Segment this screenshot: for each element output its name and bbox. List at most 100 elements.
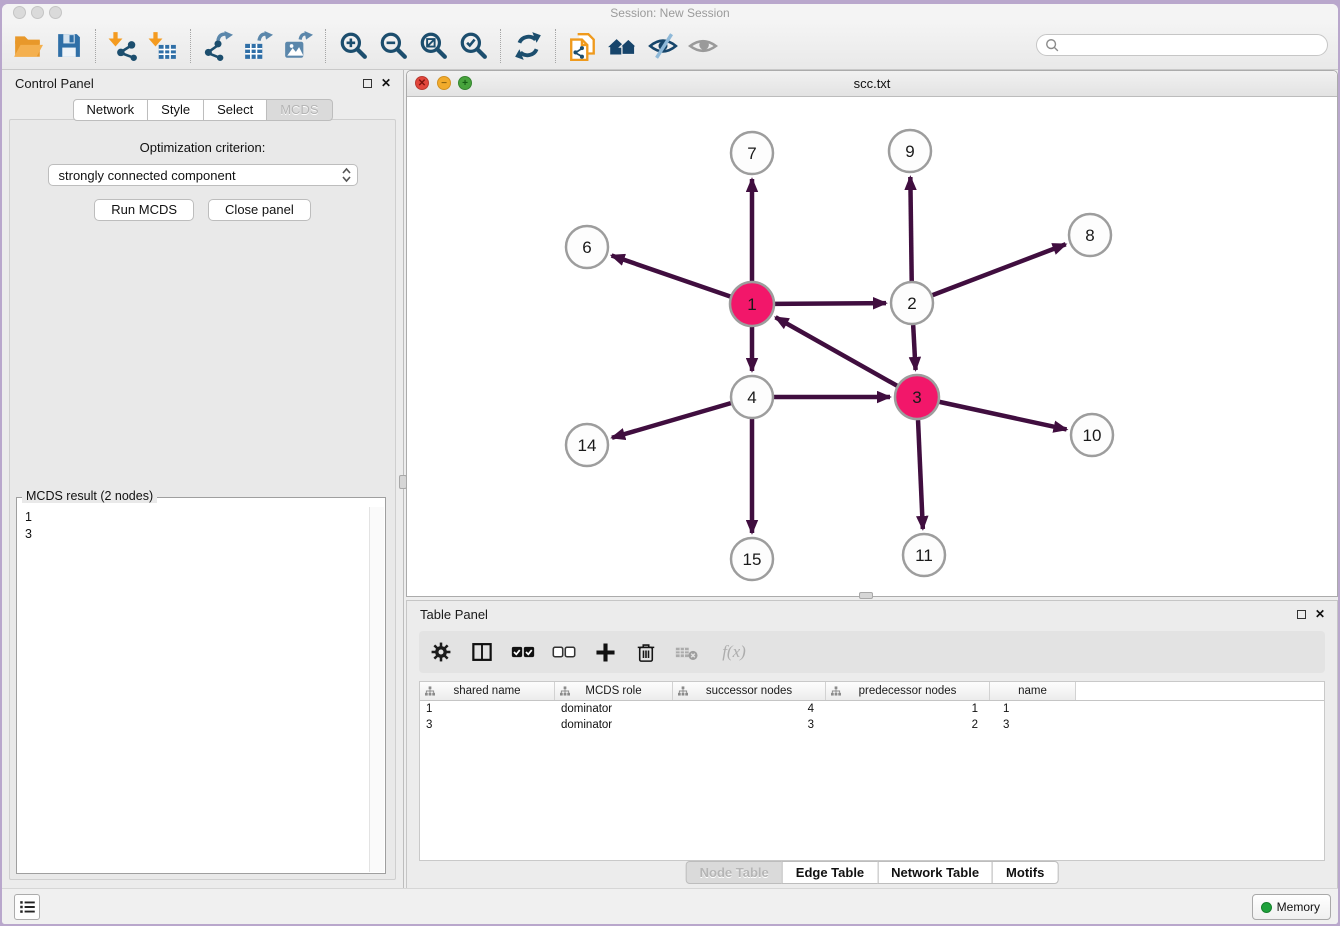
- table-row[interactable]: 3dominator323: [420, 717, 1324, 733]
- column-header-name[interactable]: name: [990, 682, 1076, 700]
- table-options-button[interactable]: [429, 639, 453, 665]
- export-table-button[interactable]: [238, 27, 278, 65]
- control-panel-title: Control Panel: [2, 70, 403, 98]
- zoom-out-button[interactable]: [373, 27, 413, 65]
- refresh-view-button[interactable]: [508, 27, 548, 65]
- tab-network[interactable]: Network: [72, 99, 148, 121]
- toolbar-separator: [95, 29, 96, 63]
- network-canvas[interactable]: 7968124314101511: [408, 97, 1336, 595]
- minimize-view-icon[interactable]: −: [437, 76, 451, 90]
- search-input[interactable]: [1064, 37, 1319, 53]
- task-history-button[interactable]: [14, 894, 40, 920]
- control-panel-tabs: NetworkStyleSelectMCDS: [72, 99, 332, 121]
- close-view-icon[interactable]: ✕: [415, 76, 429, 90]
- import-table-button[interactable]: [143, 27, 183, 65]
- graph-edge-1-2[interactable]: [775, 303, 886, 304]
- graph-edge-1-6[interactable]: [612, 255, 731, 296]
- show-graphics-details-button[interactable]: [683, 27, 723, 65]
- minimize-window-icon[interactable]: [31, 6, 44, 19]
- select-all-button[interactable]: [511, 639, 535, 665]
- eye-icon: [688, 31, 718, 61]
- toolbar-separator: [190, 29, 191, 63]
- close-window-icon[interactable]: [13, 6, 26, 19]
- export-network-button[interactable]: [198, 27, 238, 65]
- tab-network-table[interactable]: Network Table: [877, 861, 993, 884]
- close-table-panel-icon[interactable]: ✕: [1315, 609, 1325, 620]
- export-image-button[interactable]: [278, 27, 318, 65]
- add-row-button[interactable]: [593, 639, 617, 665]
- graph-edge-3-11[interactable]: [918, 420, 923, 529]
- tab-edge-table[interactable]: Edge Table: [782, 861, 878, 884]
- float-panel-icon[interactable]: [363, 79, 372, 88]
- fx-icon: f(x): [722, 642, 746, 662]
- graph-node-label-9: 9: [905, 142, 914, 161]
- toolbar-separator: [555, 29, 556, 63]
- search-box[interactable]: [1036, 34, 1328, 56]
- close-panel-button[interactable]: Close panel: [208, 199, 311, 221]
- show-column-button[interactable]: [470, 639, 494, 665]
- network-window-titlebar: ✕ − + scc.txt: [407, 71, 1337, 97]
- mcds-panel: Optimization criterion: strongly connect…: [9, 119, 396, 880]
- delete-table-icon: [675, 642, 699, 662]
- network-view-title: scc.txt: [854, 76, 891, 91]
- column-header-predecessor-nodes[interactable]: predecessor nodes: [826, 682, 990, 700]
- gear-icon: [430, 641, 452, 663]
- zoom-in-button[interactable]: [333, 27, 373, 65]
- trash-icon: [635, 641, 657, 664]
- zoom-fit-button[interactable]: [413, 27, 453, 65]
- float-table-panel-icon[interactable]: [1297, 610, 1306, 619]
- tab-mcds[interactable]: MCDS: [266, 99, 332, 121]
- deselect-all-button[interactable]: [552, 639, 576, 665]
- graph-edge-3-10[interactable]: [939, 402, 1066, 430]
- table-panel-title: Table Panel: [407, 601, 1337, 629]
- tab-select[interactable]: Select: [203, 99, 267, 121]
- tab-style[interactable]: Style: [147, 99, 204, 121]
- clone-network-button[interactable]: [563, 27, 603, 65]
- vertical-splitter-grip[interactable]: [399, 475, 407, 489]
- graph-edge-4-14[interactable]: [612, 403, 731, 438]
- apply-function-button: f(x): [716, 639, 752, 665]
- close-panel-icon[interactable]: ✕: [381, 78, 391, 89]
- table-row[interactable]: 1dominator411: [420, 701, 1324, 717]
- memory-button[interactable]: Memory: [1252, 894, 1331, 920]
- control-panel-header: Control Panel ✕: [2, 70, 403, 98]
- graph-edge-2-9[interactable]: [910, 177, 911, 281]
- table-cell: 3: [420, 717, 555, 733]
- delete-row-button[interactable]: [634, 639, 658, 665]
- table-cell: 3: [990, 717, 1076, 733]
- table-cell: 3: [673, 717, 826, 733]
- horizontal-splitter-grip[interactable]: [859, 592, 873, 599]
- attribute-icon: [425, 686, 435, 696]
- maximize-view-icon[interactable]: +: [458, 76, 472, 90]
- search-icon: [1045, 38, 1059, 52]
- graph-edge-2-8[interactable]: [933, 244, 1066, 295]
- graph-node-label-2: 2: [907, 294, 916, 313]
- open-session-button[interactable]: [8, 27, 48, 65]
- import-network-button[interactable]: [103, 27, 143, 65]
- tab-node-table[interactable]: Node Table: [686, 861, 783, 884]
- column-header-shared-name[interactable]: shared name: [420, 682, 555, 700]
- run-mcds-button[interactable]: Run MCDS: [94, 199, 194, 221]
- column-header-MCDS-role[interactable]: MCDS role: [555, 682, 673, 700]
- reset-view-button[interactable]: [603, 27, 643, 65]
- mcds-result-line: 1: [25, 509, 363, 526]
- mcds-result-list[interactable]: 13: [19, 507, 369, 871]
- criterion-select[interactable]: strongly connected component: [48, 164, 358, 186]
- status-bar: Memory: [2, 888, 1338, 924]
- save-session-button[interactable]: [48, 27, 88, 65]
- import-network-icon: [108, 31, 138, 61]
- column-header-successor-nodes[interactable]: successor nodes: [673, 682, 826, 700]
- graph-node-label-10: 10: [1083, 426, 1102, 445]
- graph-edge-3-1[interactable]: [776, 317, 897, 385]
- zoom-selected-button[interactable]: [453, 27, 493, 65]
- graph-edge-2-3[interactable]: [913, 325, 915, 370]
- result-scrollbar[interactable]: [369, 507, 384, 872]
- table-cell: dominator: [555, 701, 673, 717]
- attribute-icon: [831, 686, 841, 696]
- eye-slash-icon: [648, 31, 678, 61]
- graph-node-label-15: 15: [743, 550, 762, 569]
- zoom-window-icon[interactable]: [49, 6, 62, 19]
- hide-graphics-details-button[interactable]: [643, 27, 683, 65]
- window-titlebar: Session: New Session: [2, 4, 1338, 22]
- tab-motifs[interactable]: Motifs: [992, 861, 1058, 884]
